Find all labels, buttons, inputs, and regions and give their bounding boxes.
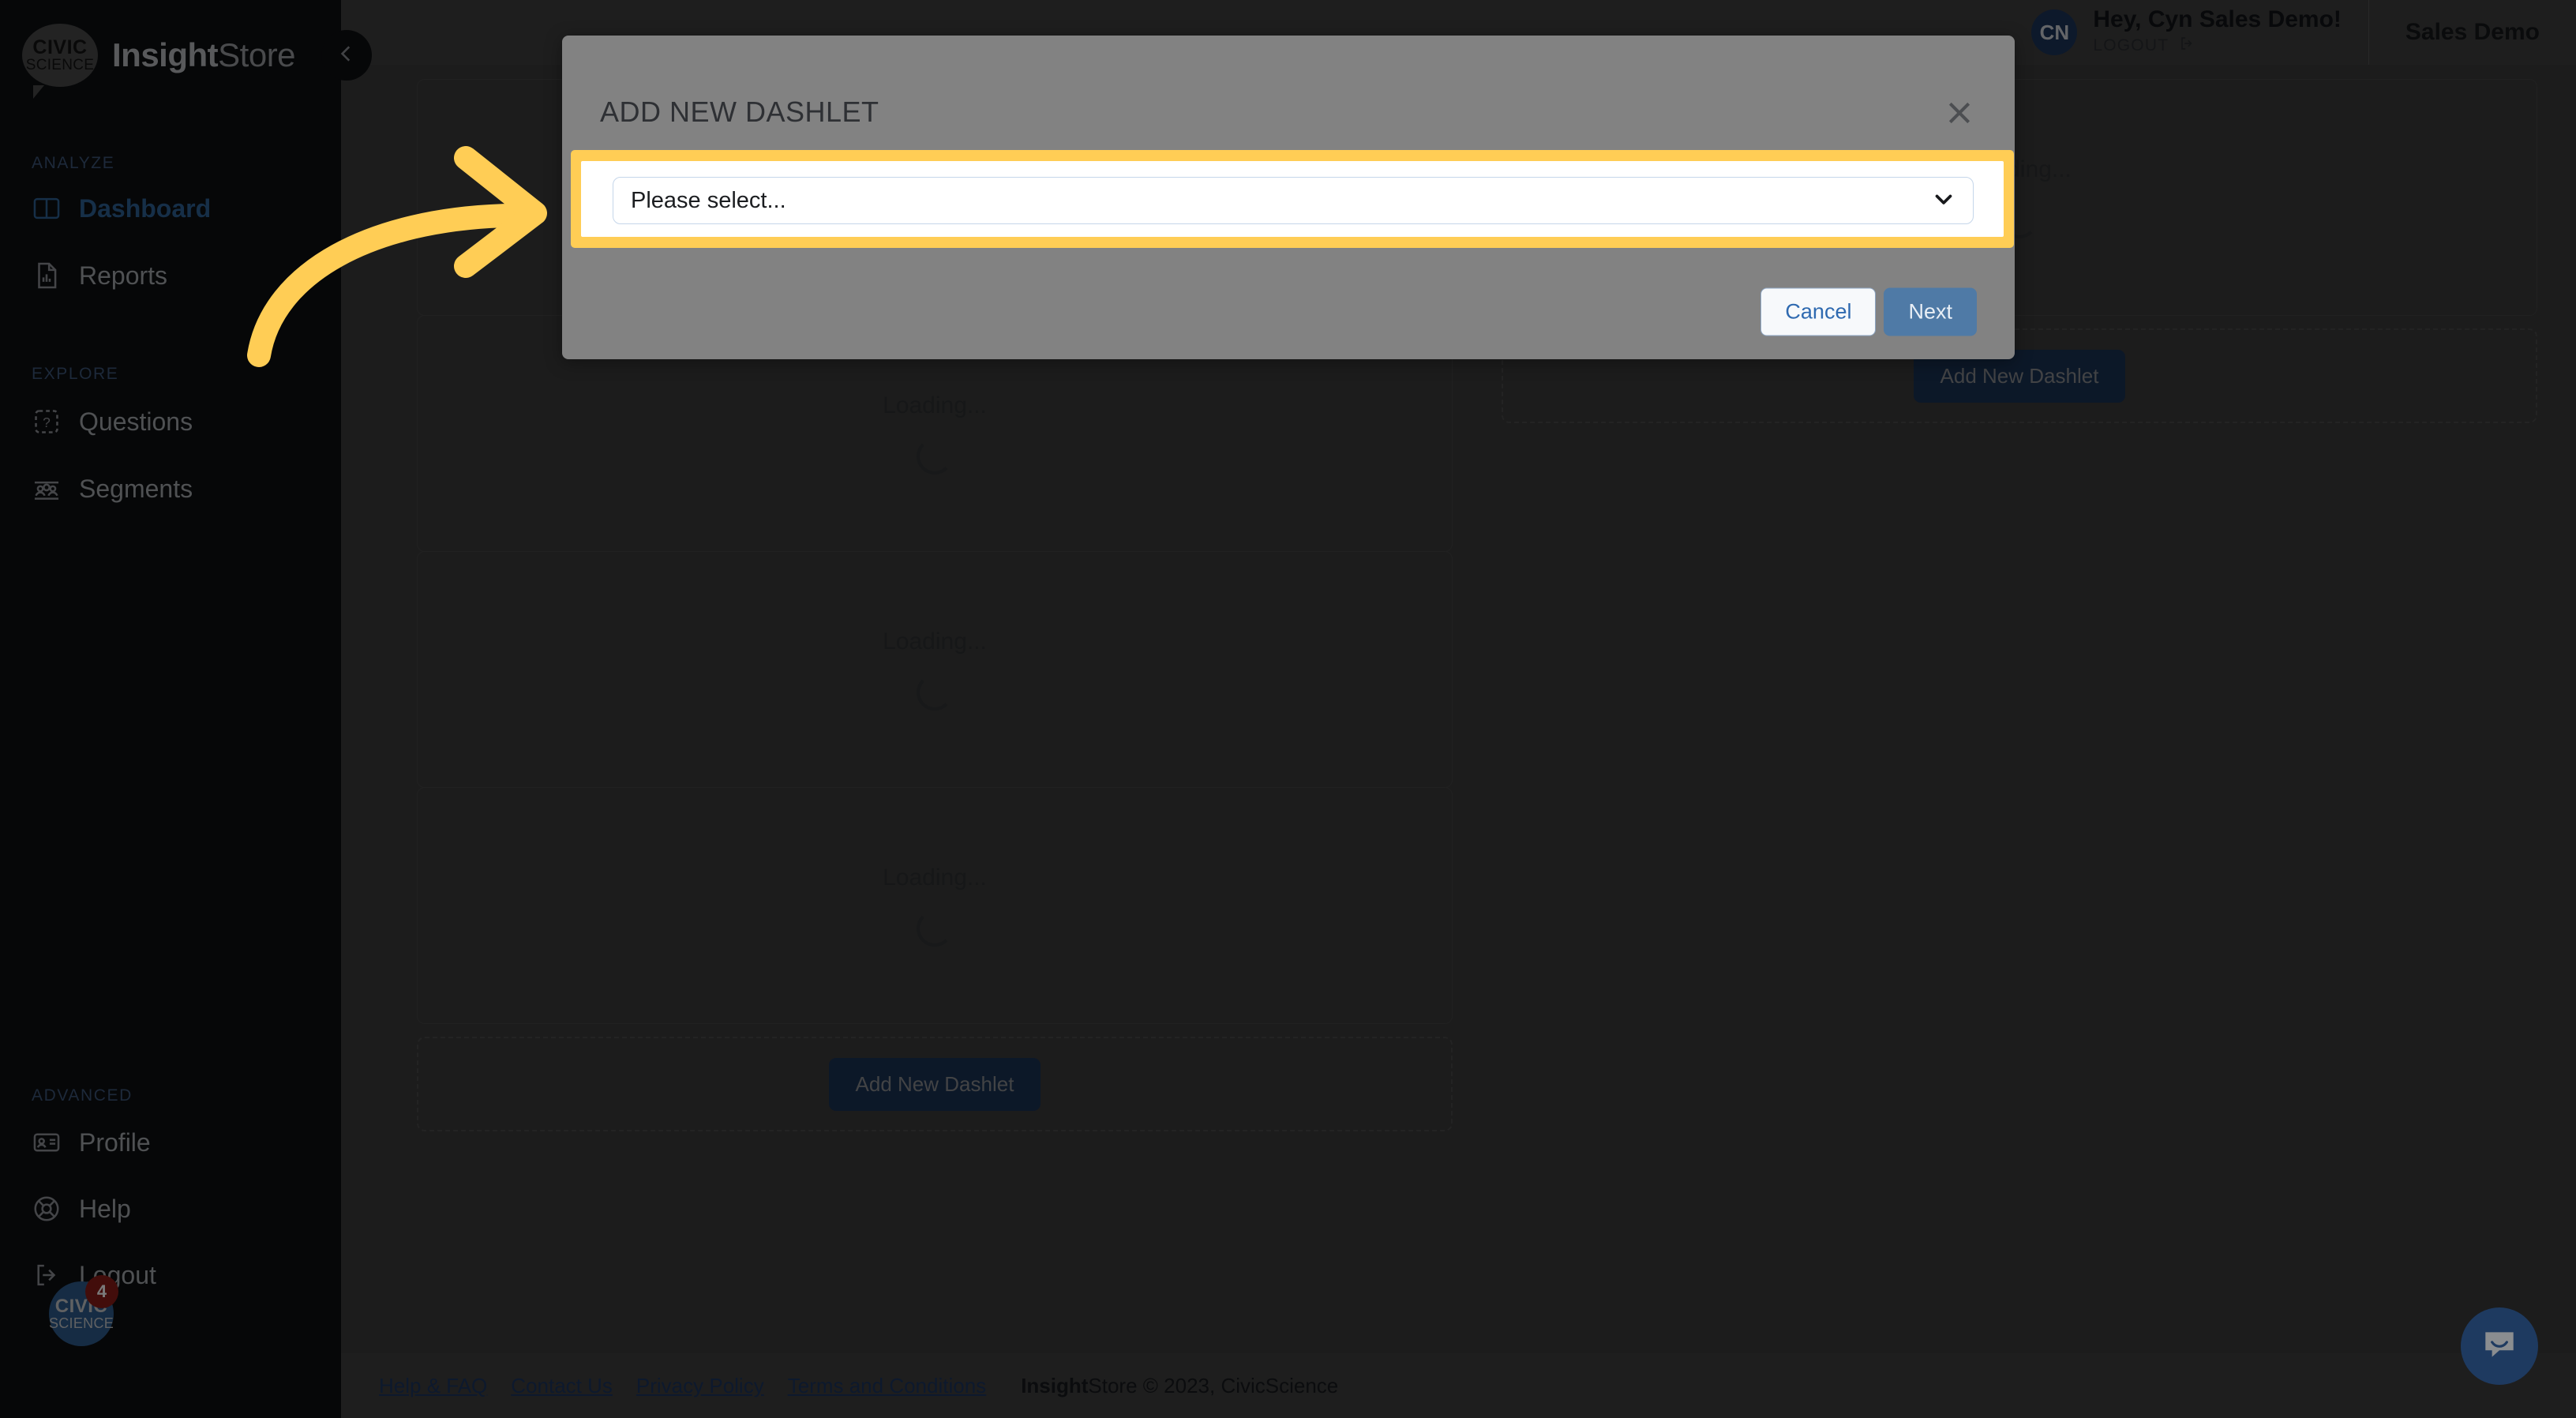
avatar: CN [2031, 9, 2078, 55]
app-title-rest: Store [218, 36, 296, 73]
report-document-icon [32, 261, 62, 291]
logout-link[interactable]: LOGOUT [2093, 35, 2342, 57]
add-new-dashlet-button[interactable]: Add New Dashlet [828, 1057, 1041, 1111]
id-card-icon [32, 1127, 62, 1157]
sidebar-group-explore: EXPLORE [32, 365, 119, 383]
sidebar-item-profile[interactable]: Profile [32, 1127, 300, 1157]
segments-people-icon [32, 474, 62, 504]
user-menu[interactable]: CN Hey, Cyn Sales Demo! LOGOUT [2004, 0, 2368, 65]
chevron-down-icon [1930, 186, 1957, 216]
loading-spinner-icon [917, 438, 953, 475]
logo-line-2: SCIENCE [25, 57, 95, 73]
sidebar-item-help-label: Help [79, 1194, 131, 1223]
sidebar-item-reports-label: Reports [79, 261, 168, 290]
loading-spinner-icon [917, 674, 953, 711]
sidebar: CIVIC SCIENCE InsightStore ANALYZE Dashb… [0, 0, 341, 1418]
chat-widget-button[interactable] [2461, 1307, 2538, 1385]
sidebar-item-dashboard-label: Dashboard [79, 193, 212, 223]
logout-arrow-icon [32, 1260, 62, 1290]
fab-line-2: SCIENCE [48, 1315, 114, 1331]
sidebar-item-help[interactable]: Help [32, 1194, 300, 1224]
user-info: Hey, Cyn Sales Demo! LOGOUT [2093, 8, 2342, 57]
logout-arrow-icon [2178, 35, 2195, 57]
dashlet-placeholder: Loading... [417, 787, 1453, 1024]
footer-copyright: InsightStore © 2023, CivicScience [1021, 1374, 1338, 1398]
page-footer: Help & FAQ Contact Us Privacy Policy Ter… [341, 1353, 2576, 1418]
dashlet-type-select-value: Please select... [631, 187, 786, 213]
modal-title: ADD NEW DASHLET [600, 96, 879, 128]
loading-label: Loading... [883, 628, 987, 655]
app-title-bold: Insight [112, 36, 219, 73]
footer-link-terms-and-conditions[interactable]: Terms and Conditions [788, 1374, 986, 1398]
sidebar-item-profile-label: Profile [79, 1127, 151, 1157]
sidebar-item-questions[interactable]: ? Questions [32, 407, 300, 437]
footer-copyright-bold: Insight [1021, 1373, 1089, 1397]
sidebar-item-segments-label: Segments [79, 474, 193, 503]
civicscience-logo-icon: CIVIC SCIENCE [22, 24, 98, 99]
modal-actions: Cancel Next [1760, 287, 1977, 336]
footer-copyright-rest: Store © 2023, CivicScience [1088, 1373, 1339, 1397]
close-x-icon [1944, 97, 1975, 133]
account-name[interactable]: Sales Demo [2368, 0, 2576, 65]
footer-link-privacy-policy[interactable]: Privacy Policy [636, 1374, 764, 1398]
app-root: CIVIC SCIENCE InsightStore ANALYZE Dashb… [0, 0, 2576, 1418]
sidebar-group-advanced: ADVANCED [32, 1086, 133, 1105]
cancel-button[interactable]: Cancel [1760, 287, 1877, 336]
dashlet-placeholder: Loading... [417, 551, 1453, 788]
sidebar-item-segments[interactable]: Segments [32, 474, 300, 504]
footer-link-help-faq[interactable]: Help & FAQ [379, 1374, 487, 1398]
app-title: InsightStore [112, 36, 296, 74]
add-dashlet-dropzone-left: Add New Dashlet [417, 1037, 1453, 1131]
sidebar-item-questions-label: Questions [79, 407, 193, 436]
sidebar-item-reports[interactable]: Reports [32, 261, 300, 291]
dashboard-icon [32, 193, 62, 223]
brand-logo: CIVIC SCIENCE InsightStore [22, 24, 296, 99]
svg-text:?: ? [43, 415, 51, 430]
civicscience-fab-button[interactable]: CIVIC SCIENCE 4 [48, 1275, 118, 1346]
loading-spinner-icon [917, 910, 953, 947]
loading-label: Loading... [883, 865, 987, 891]
loading-label: Loading... [883, 392, 987, 418]
logo-line-1: CIVIC [32, 36, 88, 58]
footer-link-contact-us[interactable]: Contact Us [511, 1374, 613, 1398]
sidebar-group-analyze: ANALYZE [32, 154, 115, 172]
user-greeting: Hey, Cyn Sales Demo! [2093, 6, 2342, 32]
dashlet-type-select[interactable]: Please select... [613, 177, 1974, 224]
logout-label: LOGOUT [2093, 36, 2169, 54]
fab-notification-badge: 4 [85, 1275, 118, 1308]
chevron-left-icon [336, 43, 357, 68]
modal-close-button[interactable] [1940, 96, 1978, 133]
lifebuoy-icon [32, 1194, 62, 1224]
chat-bubble-icon [2480, 1325, 2519, 1368]
sidebar-collapse-button[interactable] [321, 30, 372, 81]
next-button[interactable]: Next [1884, 287, 1977, 336]
sidebar-item-dashboard[interactable]: Dashboard [32, 193, 300, 223]
question-box-icon: ? [32, 407, 62, 437]
